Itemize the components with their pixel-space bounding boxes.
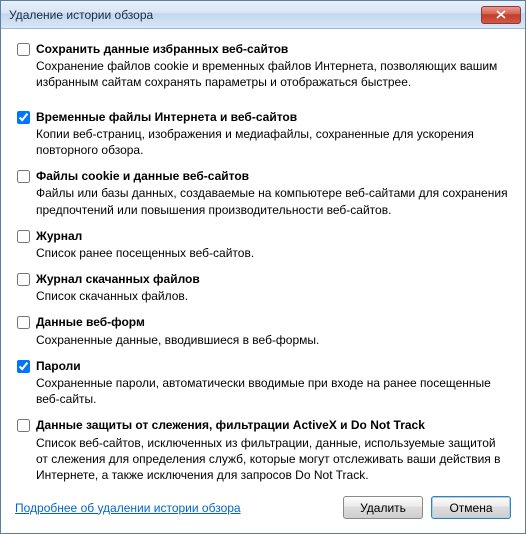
checkbox-tracking-protection[interactable] — [17, 419, 30, 432]
option-description: Сохраненные пароли, автоматически вводим… — [36, 375, 509, 407]
close-button[interactable] — [481, 6, 521, 24]
option-description: Файлы или базы данных, создаваемые на ко… — [36, 185, 509, 217]
option-tracking-protection: Данные защиты от слежения, фильтрации Ac… — [17, 417, 509, 483]
option-history: ЖурналСписок ранее посещенных веб-сайтов… — [17, 228, 509, 261]
option-description: Копии веб-страниц, изображения и медиафа… — [36, 126, 509, 158]
checkbox-form-data[interactable] — [17, 316, 30, 329]
option-description: Сохраненные данные, вводившиеся в веб-фо… — [36, 332, 509, 348]
option-temp-internet-files: Временные файлы Интернета и веб-сайтовКо… — [17, 109, 509, 159]
dialog-content: Сохранить данные избранных веб-сайтовСох… — [1, 29, 525, 488]
option-title: Данные веб-форм — [36, 314, 509, 330]
option-body: ЖурналСписок ранее посещенных веб-сайтов… — [36, 228, 509, 261]
option-body: Файлы cookie и данные веб-сайтовФайлы ил… — [36, 168, 509, 218]
option-body: ПаролиСохраненные пароли, автоматически … — [36, 358, 509, 408]
option-title: Файлы cookie и данные веб-сайтов — [36, 168, 509, 184]
option-description: Список скачанных файлов. — [36, 288, 509, 304]
option-title: Сохранить данные избранных веб-сайтов — [36, 41, 509, 57]
option-description: Список веб-сайтов, исключенных из фильтр… — [36, 435, 509, 484]
help-link[interactable]: Подробнее об удалении истории обзора — [15, 501, 241, 515]
option-preserve-favorites: Сохранить данные избранных веб-сайтовСох… — [17, 41, 509, 91]
checkbox-temp-internet-files[interactable] — [17, 111, 30, 124]
delete-button[interactable]: Удалить — [343, 496, 423, 519]
option-title: Данные защиты от слежения, фильтрации Ac… — [36, 417, 509, 433]
option-form-data: Данные веб-форм Сохраненные данные, вводи… — [17, 314, 509, 347]
checkbox-history[interactable] — [17, 230, 30, 243]
option-description: Список ранее посещенных веб-сайтов. — [36, 245, 509, 261]
option-title: Пароли — [36, 358, 509, 374]
option-body: Временные файлы Интернета и веб-сайтовКо… — [36, 109, 509, 159]
option-download-history: Журнал скачанных файловСписок скачанных … — [17, 271, 509, 304]
close-icon — [496, 10, 506, 19]
option-cookies: Файлы cookie и данные веб-сайтовФайлы ил… — [17, 168, 509, 218]
checkbox-passwords[interactable] — [17, 360, 30, 373]
option-title: Журнал скачанных файлов — [36, 271, 509, 287]
checkbox-cookies[interactable] — [17, 170, 30, 183]
option-title: Журнал — [36, 228, 509, 244]
checkbox-preserve-favorites[interactable] — [17, 43, 30, 56]
option-passwords: ПаролиСохраненные пароли, автоматически … — [17, 358, 509, 408]
titlebar: Удаление истории обзора — [1, 1, 525, 29]
option-body: Данные защиты от слежения, фильтрации Ac… — [36, 417, 509, 483]
window-title: Удаление истории обзора — [9, 8, 481, 22]
dialog-footer: Подробнее об удалении истории обзора Уда… — [1, 488, 525, 533]
option-description: Сохранение файлов cookie и временных фай… — [36, 58, 509, 90]
checkbox-download-history[interactable] — [17, 273, 30, 286]
cancel-button[interactable]: Отмена — [431, 496, 511, 519]
option-body: Журнал скачанных файловСписок скачанных … — [36, 271, 509, 304]
option-body: Сохранить данные избранных веб-сайтовСох… — [36, 41, 509, 91]
option-body: Данные веб-форм Сохраненные данные, вводи… — [36, 314, 509, 347]
option-title: Временные файлы Интернета и веб-сайтов — [36, 109, 509, 125]
